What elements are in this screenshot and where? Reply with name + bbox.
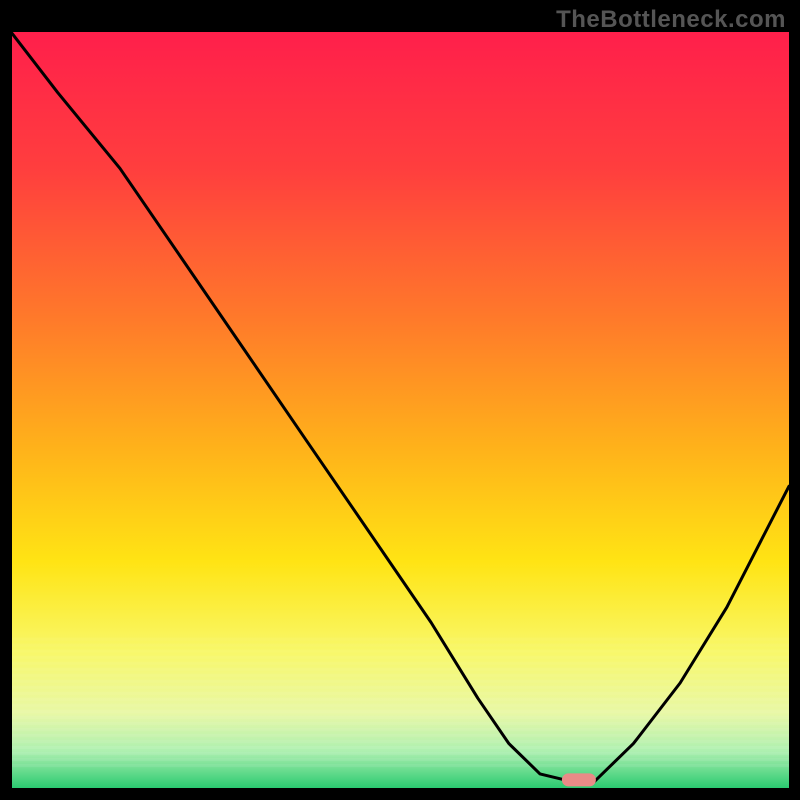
optimal-marker (562, 773, 596, 786)
chart-frame (11, 32, 789, 789)
chart-container: TheBottleneck.com (0, 0, 800, 800)
plot-area (11, 32, 789, 789)
watermark-text: TheBottleneck.com (556, 6, 786, 34)
chart-svg (11, 32, 789, 789)
